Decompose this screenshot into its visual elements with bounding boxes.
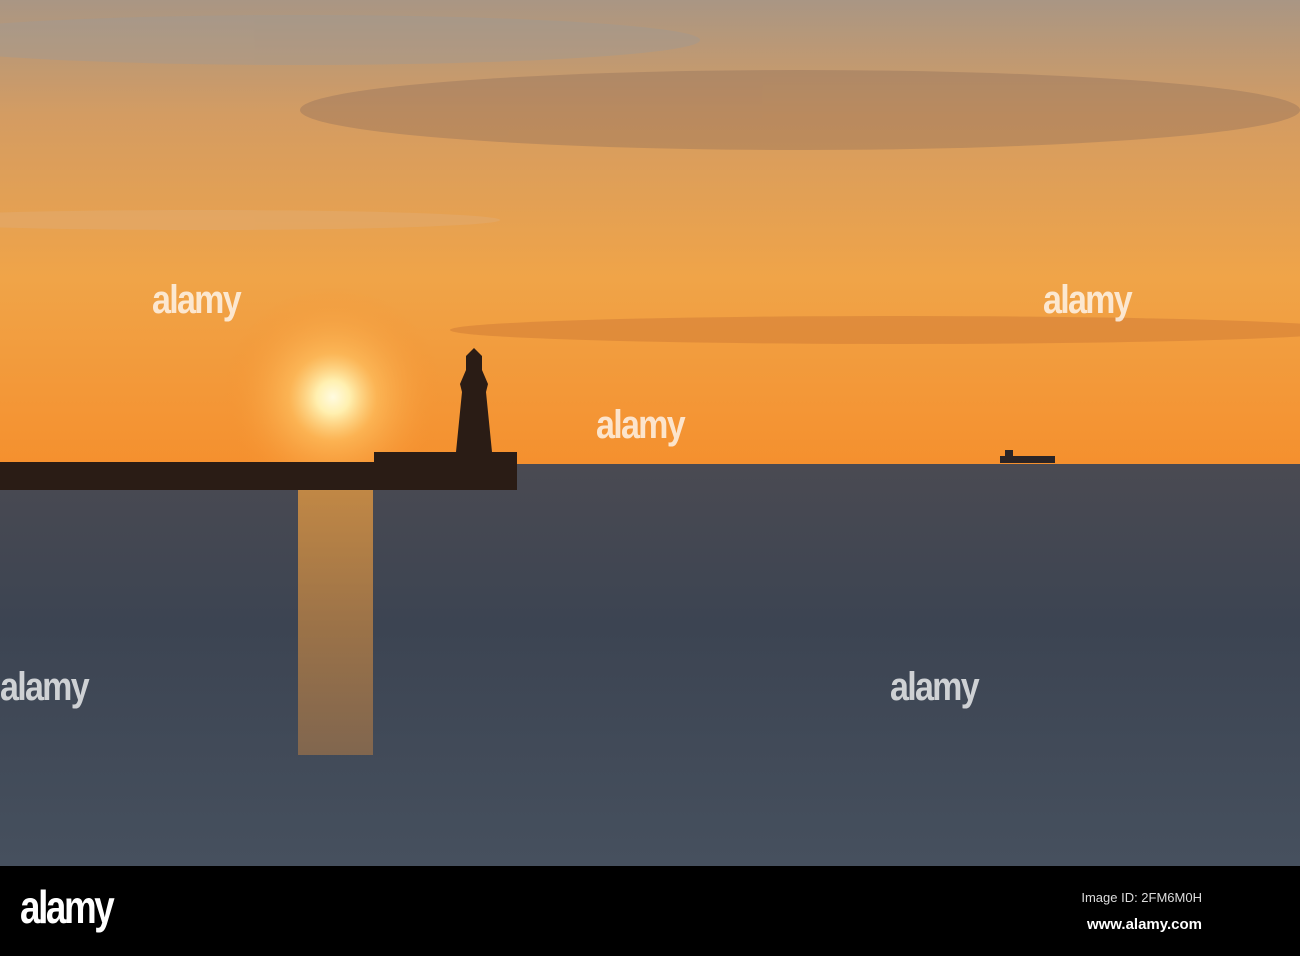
sun-reflection <box>298 490 373 755</box>
footer-bar: alamy Image ID: 2FM6M0H www.alamy.com <box>0 866 1300 956</box>
watermark: alamy <box>1043 278 1133 322</box>
watermark: alamy <box>0 665 90 709</box>
image-id: Image ID: 2FM6M0H <box>1081 890 1202 905</box>
watermark: alamy <box>890 665 980 709</box>
website-link: www.alamy.com <box>1086 916 1202 933</box>
sky <box>0 0 1300 464</box>
watermark: alamy <box>152 278 242 322</box>
alamy-logo: alamy <box>20 881 115 933</box>
sea <box>0 464 1300 866</box>
watermark: alamy <box>596 403 686 447</box>
